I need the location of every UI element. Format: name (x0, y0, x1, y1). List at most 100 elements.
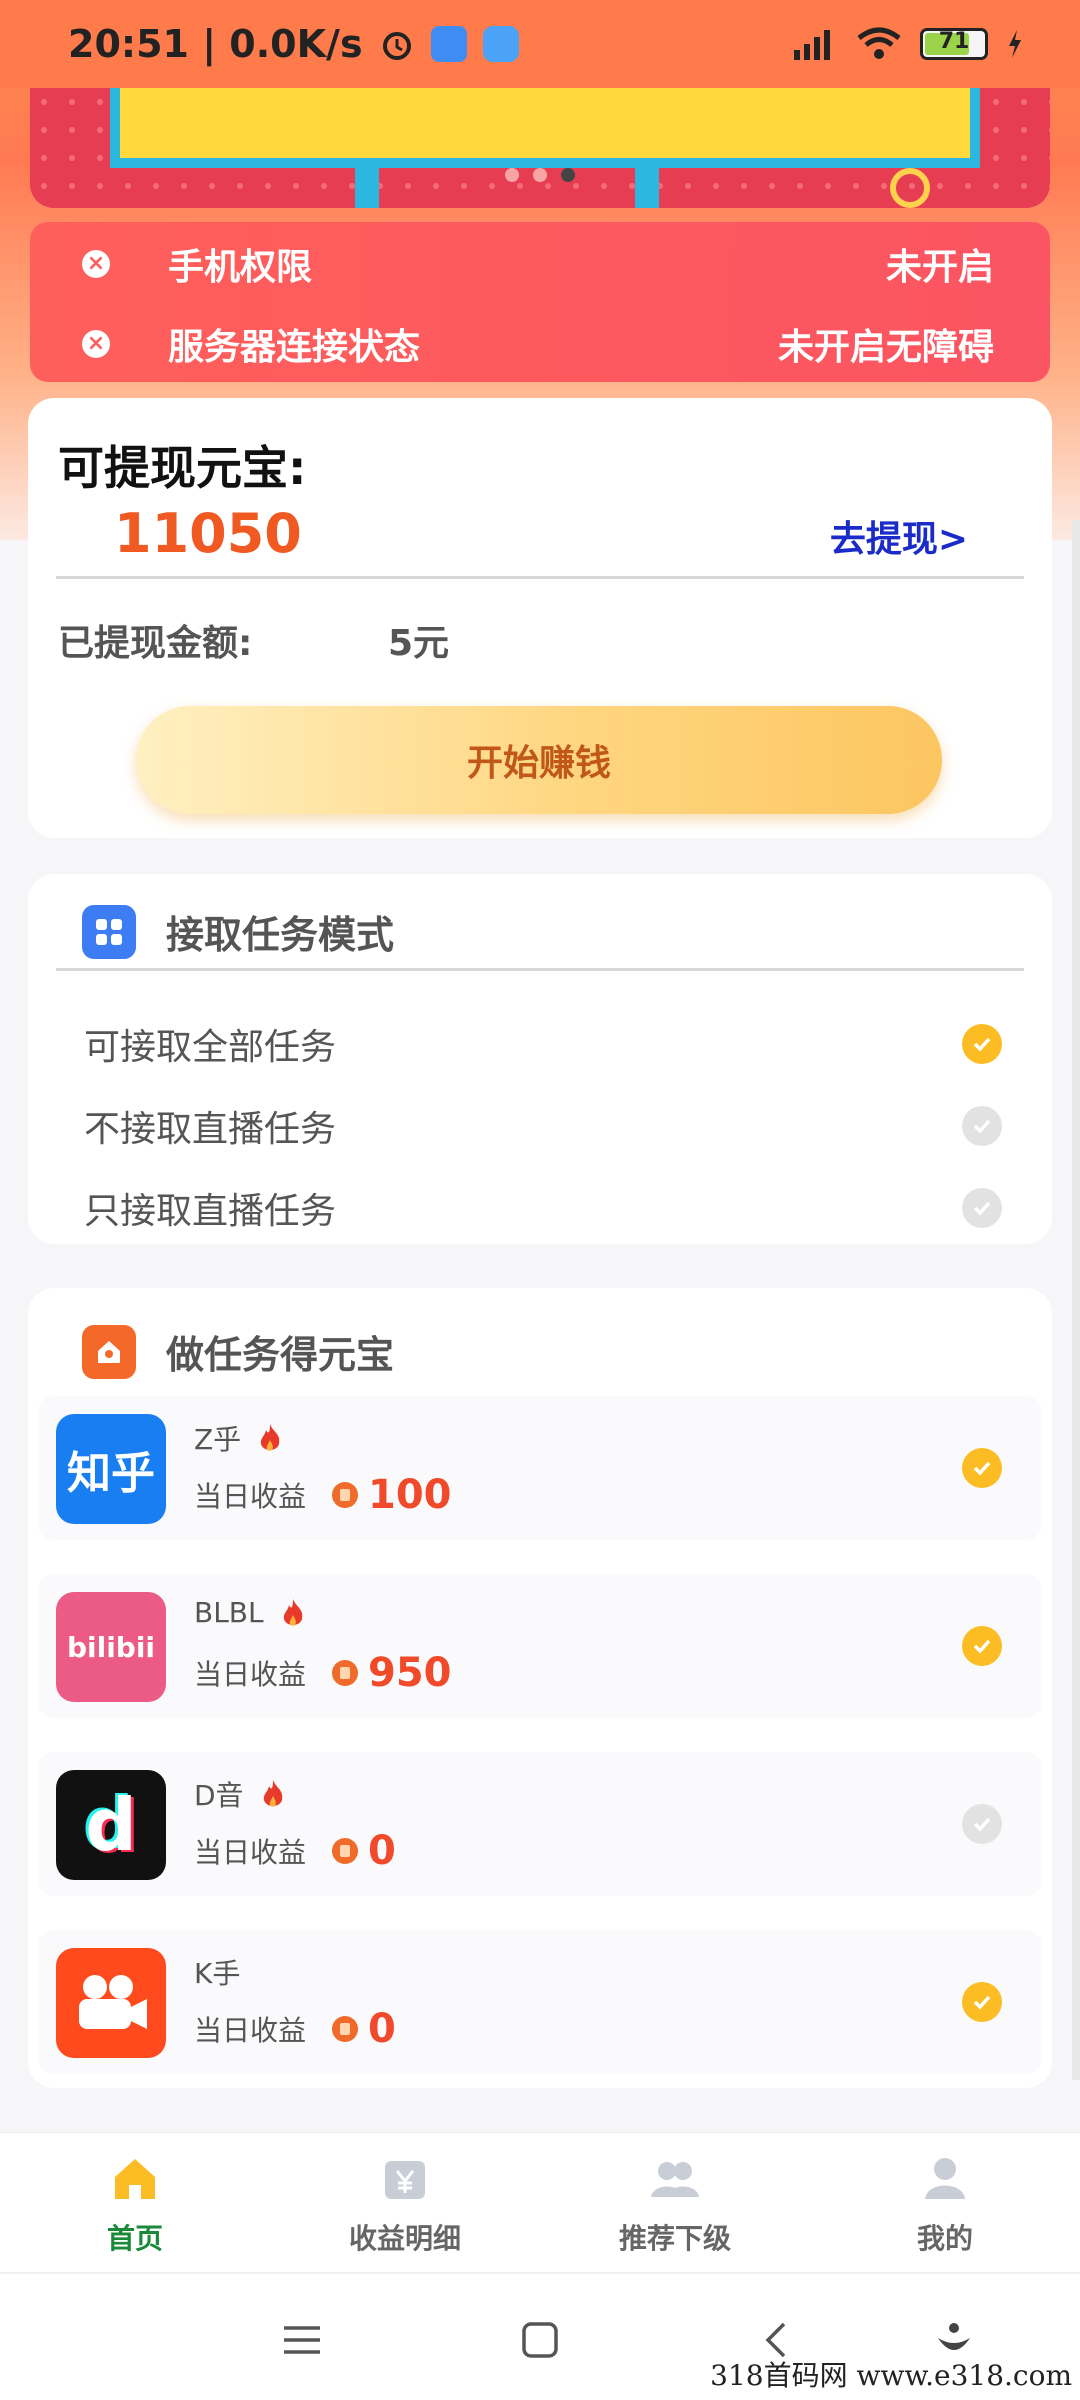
mode-option-label: 不接取直播任务 (84, 1109, 337, 1150)
home-button-icon[interactable] (518, 2318, 562, 2362)
tab-label: 推荐下级 (618, 2222, 731, 2255)
bilibili-app-icon: bilibii (56, 1592, 166, 1702)
checked-icon[interactable] (962, 1982, 1002, 2022)
charging-icon (1009, 30, 1021, 58)
task-row-bilibili[interactable]: bilibii BLBL 当日收益 950 (28, 1566, 1052, 1726)
coin-icon (332, 2016, 359, 2042)
earnings-label: 当日收益 (194, 2014, 307, 2047)
task-name: K手 (194, 1952, 240, 1992)
close-icon: × (82, 330, 110, 358)
banner-graphic-leg (355, 160, 379, 208)
task-name-text: Z乎 (194, 1423, 242, 1456)
permission-label: 手机权限 (168, 247, 313, 288)
task-name-text: D音 (194, 1779, 244, 1812)
coin-icon (332, 1838, 359, 1864)
menu-icon[interactable] (280, 2318, 324, 2362)
permission-row[interactable]: × 手机权限 未开启 (30, 234, 1050, 294)
task-earnings: 当日收益 0 (194, 1828, 396, 1874)
battery-level: 71 (938, 29, 970, 54)
task-row-bg (38, 1574, 1042, 1718)
task-row-bg (38, 1396, 1042, 1540)
tasks-card: 做任务得元宝 知乎 Z乎 当日收益 100 bilibii BLBL 当日收益 … (28, 1288, 1052, 2088)
task-row-kuaishou[interactable]: K手 当日收益 0 (28, 1922, 1052, 2082)
task-row-douyin[interactable]: d D音 当日收益 0 (28, 1744, 1052, 1904)
system-nav-bar: 318首码网 www.e318.com (0, 2272, 1080, 2400)
withdrawn-label: 已提现金额: (58, 623, 253, 664)
tab-profile[interactable]: 我的 (810, 2133, 1080, 2272)
task-mode-card: 接取任务模式 可接取全部任务 不接取直播任务 只接取直播任务 (28, 874, 1052, 1244)
time-and-speed: 20:51 | 0.0K/s (68, 22, 363, 66)
banner-graphic (110, 88, 980, 168)
task-mode-title: 接取任务模式 (166, 913, 395, 957)
withdraw-link[interactable]: 去提现> (830, 510, 968, 562)
server-connection-row[interactable]: × 服务器连接状态 未开启无障碍 (30, 314, 1050, 374)
earnings-amount: 0 (368, 1828, 396, 1874)
checked-icon[interactable] (962, 1024, 1002, 1064)
earnings-label: 当日收益 (194, 1480, 307, 1513)
checked-icon[interactable] (962, 1448, 1002, 1488)
tab-home[interactable]: 首页 (0, 2133, 270, 2272)
divider (56, 576, 1024, 579)
kuaishou-app-icon (56, 1948, 166, 2058)
signal-icon (794, 30, 830, 60)
fire-icon (263, 1780, 282, 1807)
banner-dot (505, 168, 519, 182)
tab-label: 收益明细 (348, 2222, 461, 2255)
start-earning-button[interactable]: 开始赚钱 (136, 706, 942, 814)
task-name-text: BLBL (194, 1596, 264, 1629)
task-row-bg (38, 1752, 1042, 1896)
referral-icon (651, 2162, 699, 2197)
mode-option-live-only[interactable]: 只接取直播任务 (84, 1180, 1002, 1236)
earnings-amount: 0 (368, 2006, 396, 2052)
coin-icon (332, 1482, 359, 1508)
task-earnings: 当日收益 950 (194, 1650, 452, 1696)
scrollbar[interactable] (1072, 520, 1080, 2080)
task-earnings: 当日收益 100 (194, 1472, 452, 1518)
withdraw-card: 可提现元宝: 11050 去提现> 已提现金额: 5元 开始赚钱 (28, 398, 1052, 838)
douyin-app-icon: d (56, 1770, 166, 1880)
status-right: 71 (790, 26, 1024, 62)
withdrawable-amount: 11050 (114, 502, 302, 565)
tab-referral[interactable]: 推荐下级 (540, 2133, 810, 2272)
task-mode-header: 接取任务模式 (82, 904, 394, 959)
task-earnings: 当日收益 0 (194, 2006, 396, 2052)
mode-option-no-live[interactable]: 不接取直播任务 (84, 1098, 1002, 1154)
home-icon (115, 2159, 155, 2199)
unchecked-icon[interactable] (962, 1188, 1002, 1228)
server-connection-value: 未开启无障碍 (777, 327, 994, 368)
task-name: Z乎 (194, 1418, 283, 1458)
apps-icon (82, 904, 136, 959)
earnings-label: 当日收益 (194, 1658, 307, 1691)
mode-option-all[interactable]: 可接取全部任务 (84, 1016, 1002, 1072)
mode-option-label: 可接取全部任务 (84, 1027, 337, 1068)
tab-earnings-detail[interactable]: 收益明细 (270, 2133, 540, 2272)
checked-icon[interactable] (962, 1626, 1002, 1666)
permission-value: 未开启 (885, 247, 994, 288)
unchecked-icon[interactable] (962, 1106, 1002, 1146)
promo-banner[interactable] (30, 88, 1050, 208)
divider (56, 968, 1024, 971)
status-left: 20:51 | 0.0K/s (68, 22, 519, 66)
earnings-amount: 100 (368, 1472, 452, 1518)
earnings-icon (385, 2161, 425, 2199)
profile-icon (925, 2158, 965, 2199)
banner-dot (533, 168, 547, 182)
zhihu-app-icon: 知乎 (56, 1414, 166, 1524)
battery-icon: 71 (920, 28, 988, 60)
task-name-text: K手 (194, 1957, 241, 1990)
earnings-amount: 950 (368, 1650, 452, 1696)
banner-indicator (505, 168, 575, 182)
mode-option-label: 只接取直播任务 (84, 1191, 337, 1232)
alarm-icon (382, 32, 411, 60)
watermark: 318首码网 www.e318.com (710, 2359, 1072, 2392)
bottom-tab-bar: 首页 收益明细 推荐下级 我的 (0, 2132, 1080, 2272)
task-row-bg (38, 1930, 1042, 2074)
status-bar: 20:51 | 0.0K/s 71 (0, 0, 1080, 88)
home-task-icon (82, 1324, 136, 1379)
task-name: D音 (194, 1774, 286, 1814)
task-row-zhihu[interactable]: 知乎 Z乎 当日收益 100 (28, 1388, 1052, 1548)
banner-decoration (890, 168, 930, 208)
unchecked-icon[interactable] (962, 1804, 1002, 1844)
server-connection-label: 服务器连接状态 (168, 327, 421, 368)
tab-label: 首页 (106, 2222, 163, 2255)
